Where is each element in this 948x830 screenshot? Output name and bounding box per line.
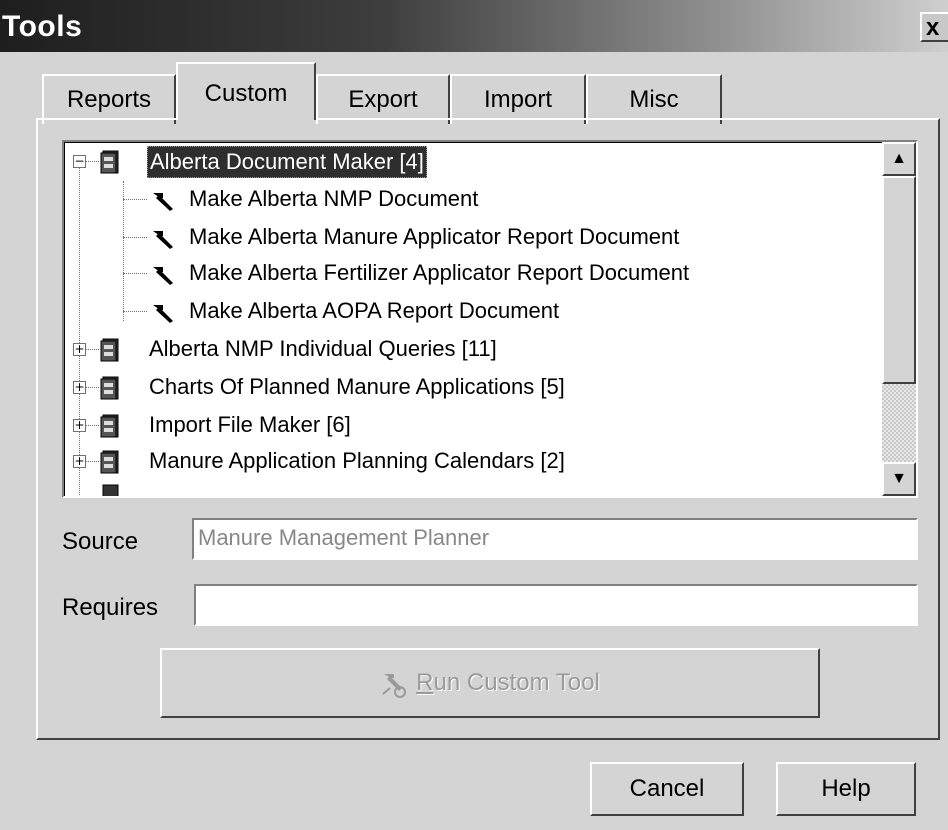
tab-misc[interactable]: Misc — [586, 74, 722, 124]
tree-group-label: Alberta NMP Individual Queries [11] — [149, 336, 497, 361]
cabinet-icon — [100, 376, 119, 400]
tree-group-label: Manure Application Planning Calendars [2… — [149, 448, 565, 473]
tree-item-make-alberta-aopa-report-document[interactable]: Make Alberta AOPA Report Document — [65, 293, 865, 329]
cabinet-icon — [100, 150, 119, 174]
tree-scrollbar[interactable]: ▲ ▼ — [882, 142, 916, 496]
tree-item-make-alberta-fertilizer-applicator-report-document[interactable]: Make Alberta Fertilizer Applicator Repor… — [65, 255, 865, 291]
tree-group-alberta-document-maker[interactable]: − Alberta Document Maker [4] — [65, 143, 865, 179]
cabinet-icon — [100, 338, 119, 362]
tab-custom[interactable]: Custom — [176, 62, 316, 120]
hammer-icon — [153, 305, 173, 323]
tree-group-import-file-maker[interactable]: + Import File Maker [6] — [65, 407, 865, 443]
scroll-down-button[interactable]: ▼ — [882, 462, 916, 496]
expand-toggle-icon[interactable]: + — [73, 381, 86, 394]
cabinet-icon — [102, 484, 119, 496]
cabinet-icon — [100, 414, 119, 438]
run-mnemonic: R — [416, 669, 434, 696]
scroll-up-button[interactable]: ▲ — [882, 142, 916, 176]
tree-group-label: Import File Maker [6] — [149, 412, 351, 437]
run-tool-icon — [382, 673, 407, 698]
tab-reports[interactable]: Reports — [42, 74, 176, 124]
window-title: Tools — [2, 10, 83, 43]
tree-item-label: Make Alberta Manure Applicator Report Do… — [189, 224, 680, 249]
collapse-toggle-icon[interactable]: − — [73, 155, 86, 168]
hammer-icon — [153, 193, 173, 211]
tree-item-label: Make Alberta Fertilizer Applicator Repor… — [189, 260, 690, 285]
source-label: Source — [62, 528, 139, 555]
tools-tree[interactable]: − Alberta Document Maker [4] Make Albert… — [62, 140, 918, 498]
tree-group-label: Charts Of Planned Manure Applications [5… — [149, 374, 565, 399]
source-field[interactable]: Manure Management Planner — [192, 518, 918, 560]
tree-group-charts-of-planned-manure-applications[interactable]: + Charts Of Planned Manure Applications … — [65, 369, 865, 405]
tree-item-label: Make Alberta NMP Document — [189, 186, 479, 211]
tree-group-manure-application-planning-calendars[interactable]: + Manure Application Planning Calendars … — [65, 443, 865, 479]
tree-group-alberta-nmp-individual-queries[interactable]: + Alberta NMP Individual Queries [11] — [65, 331, 865, 367]
tree-item-make-alberta-manure-applicator-report-document[interactable]: Make Alberta Manure Applicator Report Do… — [65, 219, 865, 255]
help-button[interactable]: Help — [776, 762, 916, 816]
run-button-label: un Custom Tool — [433, 669, 600, 696]
tab-import[interactable]: Import — [450, 74, 586, 124]
tree-group-label: Alberta Document Maker [4] — [147, 146, 427, 178]
requires-field[interactable] — [194, 584, 918, 626]
cancel-button[interactable]: Cancel — [590, 762, 744, 816]
tree-item-make-alberta-nmp-document[interactable]: Make Alberta NMP Document — [65, 181, 865, 217]
hammer-icon — [153, 231, 173, 249]
cabinet-icon — [100, 450, 119, 474]
scroll-thumb[interactable] — [882, 176, 916, 384]
expand-toggle-icon[interactable]: + — [73, 455, 86, 468]
requires-label: Requires — [62, 594, 159, 621]
title-bar: Tools x — [0, 0, 948, 52]
expand-toggle-icon[interactable]: + — [73, 343, 86, 356]
run-custom-tool-button[interactable]: Run Custom Tool — [160, 648, 820, 718]
expand-toggle-icon[interactable]: + — [73, 419, 86, 432]
tab-export[interactable]: Export — [316, 74, 450, 124]
hammer-icon — [153, 267, 173, 285]
tree-content: − Alberta Document Maker [4] Make Albert… — [64, 142, 882, 496]
tree-item-label: Make Alberta AOPA Report Document — [189, 298, 560, 323]
close-button[interactable]: x — [920, 12, 948, 42]
